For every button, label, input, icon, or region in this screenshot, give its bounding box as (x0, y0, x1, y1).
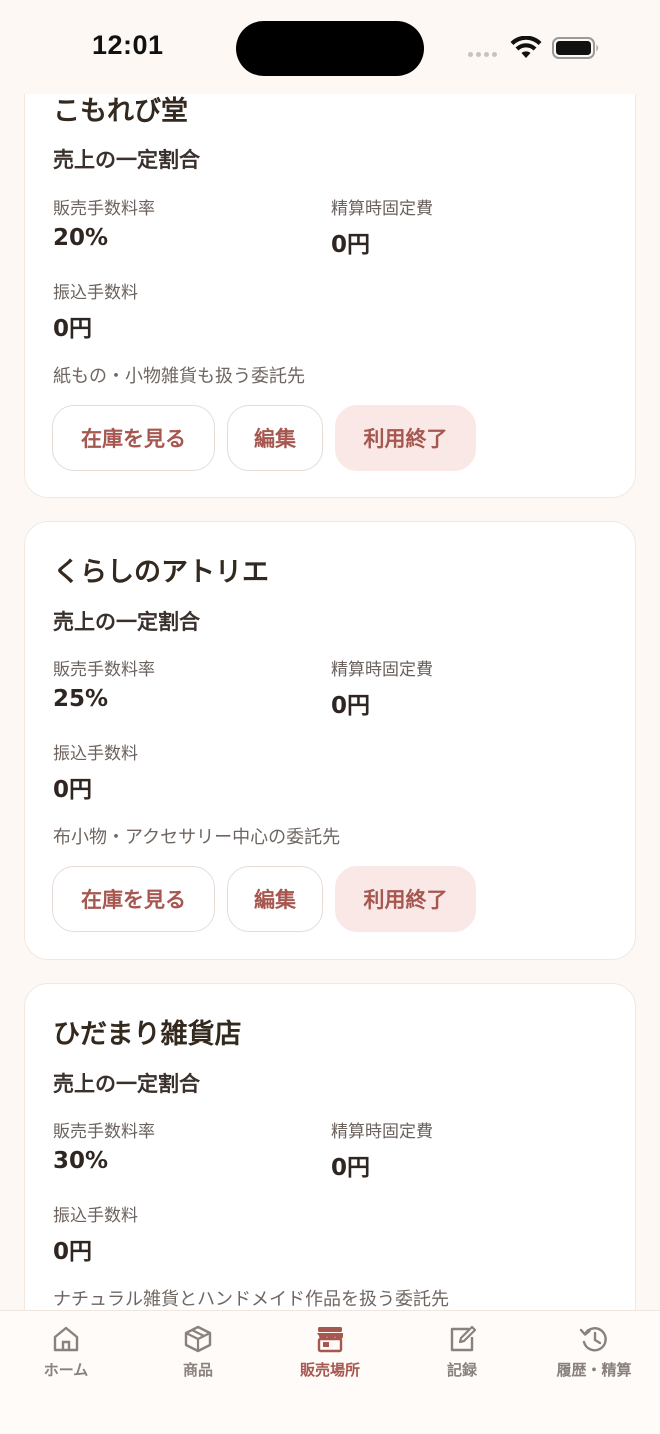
edit-icon (450, 1325, 477, 1352)
status-bar: 12:01 (0, 0, 660, 94)
transfer-fee-value: 0円 (53, 777, 93, 803)
battery-icon (552, 37, 598, 59)
home-icon (53, 1326, 79, 1352)
fee-type: 売上の一定割合 (53, 148, 200, 172)
fixed-fee-label: 精算時固定費 (331, 199, 433, 219)
commission-value: 25% (53, 686, 109, 712)
tab-label: 記録 (446, 1361, 477, 1379)
view-inventory-button[interactable]: 在庫を見る (52, 405, 215, 471)
shop-note: 紙もの・小物雑貨も扱う委託先 (53, 366, 305, 387)
end-use-button[interactable]: 利用終了 (335, 866, 476, 932)
tab-label: 履歴・精算 (556, 1361, 632, 1379)
fixed-fee-value: 0円 (331, 1155, 371, 1181)
shop-card: くらしのアトリエ 売上の一定割合 販売手数料率 25% 精算時固定費 0円 振込… (24, 521, 636, 960)
end-use-button[interactable]: 利用終了 (335, 405, 476, 471)
tab-history-settlement[interactable]: 履歴・精算 (528, 1325, 660, 1385)
fixed-fee-value: 0円 (331, 693, 371, 719)
wifi-icon (510, 36, 542, 58)
transfer-fee-label: 振込手数料 (53, 744, 138, 764)
edit-button[interactable]: 編集 (227, 405, 323, 471)
shop-name: くらしのアトリエ (53, 557, 269, 588)
screen: こもれび堂 売上の一定割合 販売手数料率 20% 精算時固定費 0円 振込手数料… (0, 0, 660, 1434)
shop-name: ひだまり雑貨店 (53, 1019, 242, 1050)
history-icon (579, 1327, 607, 1352)
dynamic-island (236, 21, 424, 76)
tab-bar: ホーム 商品 販売場所 記録 履歴・精算 (0, 1310, 660, 1434)
transfer-fee-value: 0円 (53, 1239, 93, 1265)
tab-label: ホーム (43, 1361, 89, 1379)
shop-note: ナチュラル雑貨とハンドメイド作品を扱う委託先 (53, 1289, 449, 1310)
tab-sales-locations[interactable]: 販売場所 (264, 1325, 396, 1385)
tab-label: 販売場所 (299, 1361, 360, 1379)
commission-label: 販売手数料率 (53, 660, 155, 680)
fixed-fee-label: 精算時固定費 (331, 1122, 433, 1142)
tab-home[interactable]: ホーム (0, 1325, 132, 1385)
commission-value: 30% (53, 1148, 109, 1174)
tab-records[interactable]: 記録 (396, 1325, 528, 1385)
fee-type: 売上の一定割合 (53, 1072, 200, 1096)
view-inventory-button[interactable]: 在庫を見る (52, 866, 215, 932)
fixed-fee-value: 0円 (331, 232, 371, 258)
status-time: 12:01 (92, 30, 164, 60)
commission-label: 販売手数料率 (53, 1122, 155, 1142)
box-icon (184, 1325, 212, 1353)
commission-value: 20% (53, 225, 109, 251)
transfer-fee-value: 0円 (53, 316, 93, 342)
shop-list[interactable]: こもれび堂 売上の一定割合 販売手数料率 20% 精算時固定費 0円 振込手数料… (0, 0, 660, 1310)
shop-card: ひだまり雑貨店 売上の一定割合 販売手数料率 30% 精算時固定費 0円 振込手… (24, 983, 636, 1310)
transfer-fee-label: 振込手数料 (53, 283, 138, 303)
shop-name: こもれび堂 (53, 96, 188, 127)
commission-label: 販売手数料率 (53, 199, 155, 219)
cellular-signal-icon (468, 52, 497, 57)
store-icon (317, 1327, 343, 1353)
shop-note: 布小物・アクセサリー中心の委託先 (53, 827, 341, 848)
tab-products[interactable]: 商品 (132, 1325, 264, 1385)
fee-type: 売上の一定割合 (53, 610, 200, 634)
shop-card: こもれび堂 売上の一定割合 販売手数料率 20% 精算時固定費 0円 振込手数料… (24, 40, 636, 498)
edit-button[interactable]: 編集 (227, 866, 323, 932)
fixed-fee-label: 精算時固定費 (331, 660, 433, 680)
tab-label: 商品 (182, 1361, 213, 1379)
transfer-fee-label: 振込手数料 (53, 1206, 138, 1226)
